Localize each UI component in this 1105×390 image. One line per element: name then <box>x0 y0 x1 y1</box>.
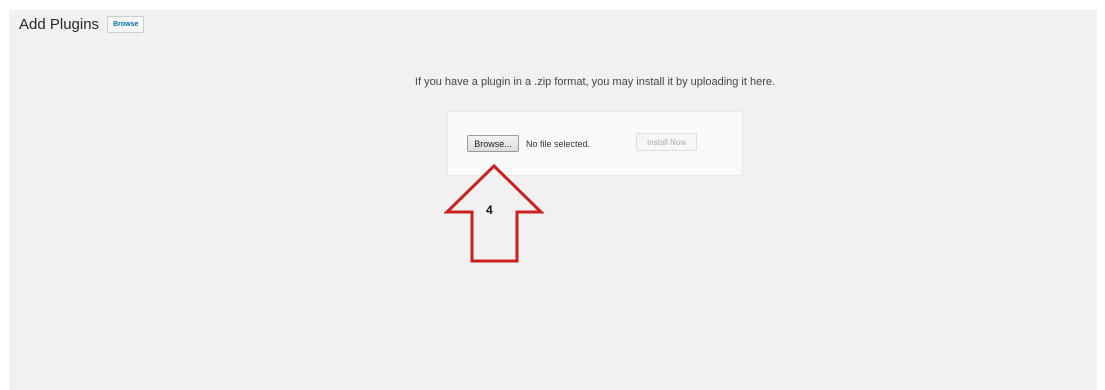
install-now-button[interactable]: Install Now <box>636 133 697 151</box>
upload-instructions: If you have a plugin in a .zip format, y… <box>414 76 776 88</box>
upload-plugin-form: Browse... No file selected. Install Now <box>447 111 743 176</box>
browse-plugins-button[interactable]: Browse <box>107 16 145 33</box>
file-browse-button[interactable]: Browse... <box>467 135 519 152</box>
main-content-area: Add Plugins Browse If you have a plugin … <box>9 10 1097 390</box>
file-status-text: No file selected. <box>526 139 591 149</box>
page-title: Add Plugins <box>19 16 100 33</box>
step-number-label: 4 <box>486 203 493 217</box>
page-header: Add Plugins Browse <box>19 16 145 33</box>
